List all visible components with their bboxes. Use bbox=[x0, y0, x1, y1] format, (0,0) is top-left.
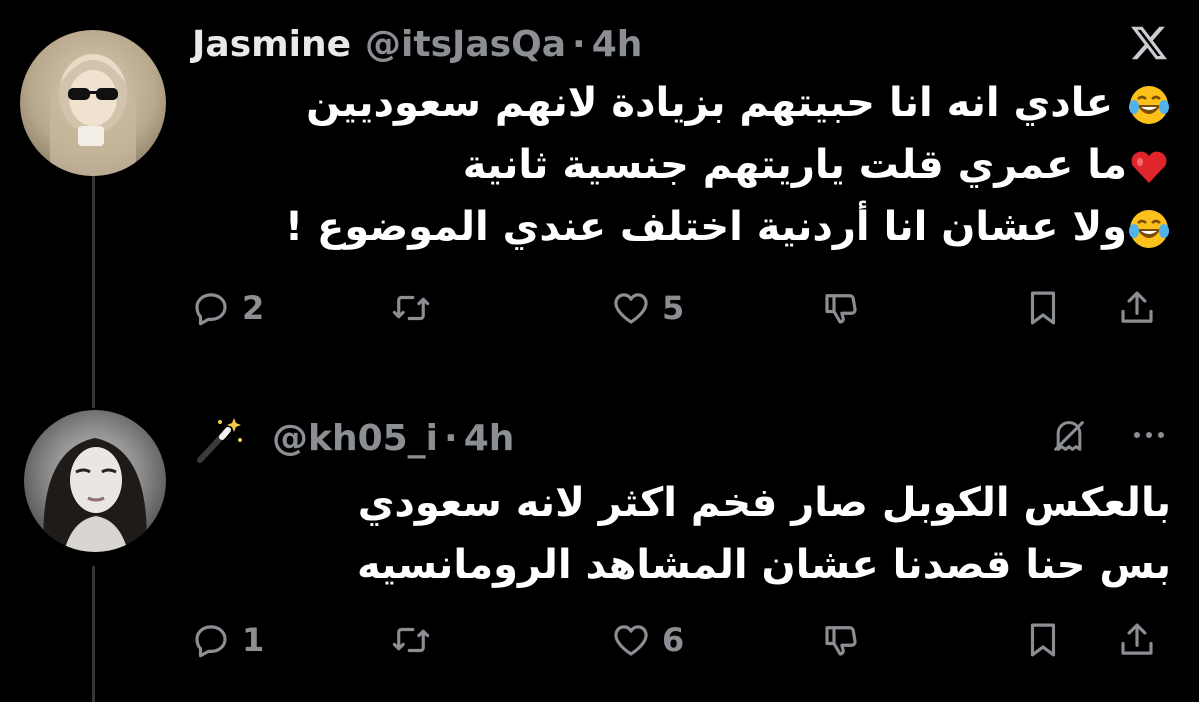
display-name[interactable]: Jasmine bbox=[192, 24, 351, 65]
dislike-button[interactable] bbox=[820, 283, 862, 333]
tweet-line: بس حنا قصدنا عشان المشاهد الرومانسيه bbox=[357, 542, 1171, 588]
avatar-kh05-i[interactable] bbox=[24, 410, 166, 552]
tweet-header: @kh05_i · 4h bbox=[272, 418, 514, 459]
tweet-actions: 2 5 bbox=[190, 283, 1169, 333]
laughing-tears-emoji-icon bbox=[1129, 210, 1169, 248]
bookmark-button[interactable] bbox=[1022, 615, 1064, 665]
repost-icon bbox=[392, 295, 430, 321]
timestamp[interactable]: 4h bbox=[464, 418, 515, 459]
like-icon bbox=[614, 293, 648, 324]
separator-dot: · bbox=[572, 24, 586, 65]
bookmark-button[interactable] bbox=[1022, 283, 1064, 333]
tweet-header: Jasmine @itsJasQa · 4h bbox=[192, 24, 642, 65]
repost-icon bbox=[392, 627, 430, 653]
dislike-button[interactable] bbox=[820, 615, 862, 665]
share-icon bbox=[1121, 291, 1153, 323]
tweet-line: عادي انه انا حبيتهم بزيادة لانهم سعوديين bbox=[285, 72, 1171, 134]
avatar-jasmine[interactable] bbox=[20, 30, 166, 176]
repost-button[interactable] bbox=[390, 615, 432, 665]
red-heart-emoji-icon bbox=[1131, 151, 1167, 183]
separator-dot: · bbox=[444, 418, 458, 459]
reply-count: 2 bbox=[242, 289, 265, 327]
like-button[interactable]: 5 bbox=[610, 283, 684, 333]
reply-button[interactable]: 2 bbox=[190, 283, 264, 333]
tweet-line: ولا عشان انا أردنية اختلف عندي الموضوع ! bbox=[285, 196, 1171, 258]
share-icon bbox=[1121, 623, 1153, 655]
tweet-text: عادي انه انا حبيتهم بزيادة لانهم سعوديين… bbox=[285, 72, 1171, 258]
reply-button[interactable]: 1 bbox=[190, 615, 264, 665]
thread-line-2 bbox=[92, 566, 95, 702]
reply-count: 1 bbox=[242, 621, 265, 659]
tweet-text: بالعكس الكوبل صار فخم اكثر لانه سعودي بس … bbox=[357, 472, 1171, 596]
repost-button[interactable] bbox=[390, 283, 432, 333]
more-icon[interactable] bbox=[1129, 420, 1169, 450]
muted-ghost-icon[interactable] bbox=[1049, 416, 1089, 456]
username[interactable]: @itsJasQa bbox=[365, 24, 566, 65]
reply-icon bbox=[195, 625, 227, 658]
thread-line bbox=[92, 176, 95, 408]
like-count: 5 bbox=[662, 289, 685, 327]
laughing-tears-emoji-icon bbox=[1129, 86, 1169, 124]
x-logo-icon bbox=[1131, 26, 1168, 60]
tweet-line: بالعكس الكوبل صار فخم اكثر لانه سعودي bbox=[357, 480, 1171, 526]
like-button[interactable]: 6 bbox=[610, 615, 684, 665]
like-icon bbox=[614, 625, 648, 656]
like-count: 6 bbox=[662, 621, 685, 659]
bookmark-icon bbox=[1030, 623, 1056, 657]
magic-wand-icon bbox=[197, 418, 242, 463]
bookmark-icon bbox=[1030, 291, 1056, 325]
reply-icon bbox=[195, 293, 227, 326]
share-button[interactable] bbox=[1116, 283, 1158, 333]
tweet-actions: 1 6 bbox=[190, 615, 1169, 665]
dislike-icon bbox=[825, 294, 857, 324]
share-button[interactable] bbox=[1116, 615, 1158, 665]
tweet-line: ما عمري قلت ياريتهم جنسية ثانية bbox=[285, 134, 1171, 196]
dislike-icon bbox=[825, 626, 857, 656]
username[interactable]: @kh05_i bbox=[272, 418, 438, 459]
timestamp[interactable]: 4h bbox=[592, 24, 643, 65]
